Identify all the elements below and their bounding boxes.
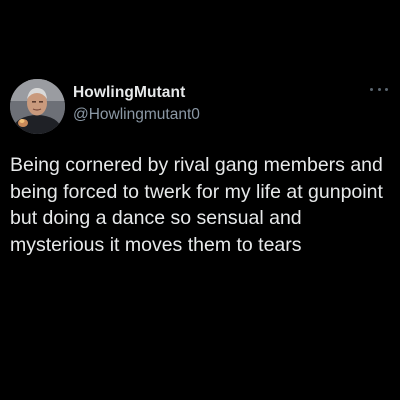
dot [377,87,381,91]
display-name[interactable]: HowlingMutant [73,84,185,102]
avatar[interactable] [10,79,65,134]
more-options-icon[interactable] [370,84,388,94]
dot [385,87,388,91]
dot [370,87,373,91]
user-handle[interactable]: @Howlingmutant0 [73,106,200,124]
tweet-card: HowlingMutant @Howlingmutant0 Being corn… [0,0,400,400]
profile-photo-icon [10,79,65,134]
tweet-text: Being cornered by rival gang members and… [10,154,383,256]
